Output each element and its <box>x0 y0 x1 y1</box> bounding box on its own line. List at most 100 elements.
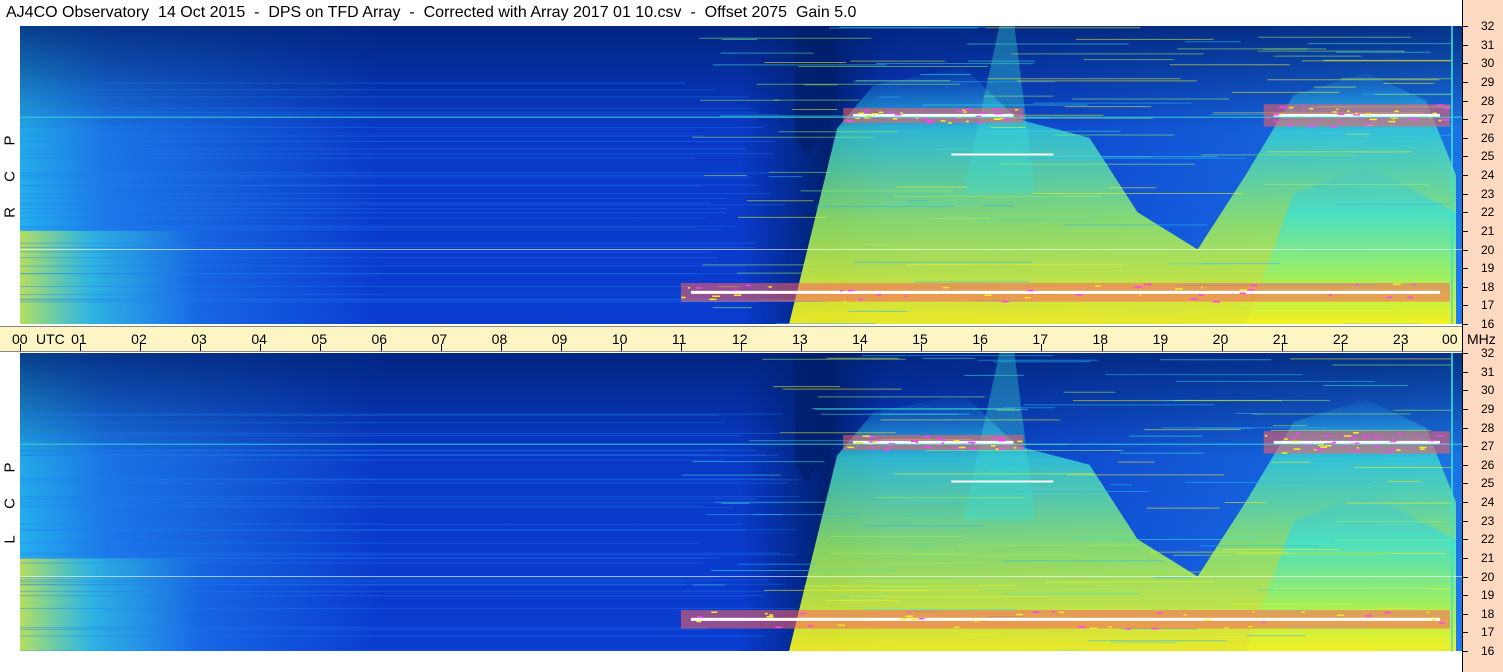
rfi-speckle <box>965 120 969 123</box>
frequency-tick <box>1462 26 1468 27</box>
time-label: 09 <box>551 331 568 347</box>
frequency-tick <box>1462 520 1468 522</box>
frequency-tick <box>1462 137 1468 139</box>
rfi-speckle <box>997 439 1005 441</box>
pol-char: C <box>1 171 19 182</box>
frequency-label: 27 <box>1481 439 1495 454</box>
time-label: 07 <box>431 331 448 347</box>
frequency-tick <box>1462 119 1468 121</box>
rfi-speckle <box>1200 286 1204 289</box>
rfi-speckle <box>1287 124 1294 127</box>
time-label: 16 <box>972 331 988 347</box>
rfi-speckle <box>1274 121 1279 123</box>
rfi-speckle <box>1353 449 1360 452</box>
rfi-speckle <box>1051 610 1056 613</box>
rfi-speckle <box>1281 452 1288 454</box>
frequency-tick <box>1462 502 1468 503</box>
rfi-speckle <box>1296 431 1301 434</box>
rfi-speckle <box>1349 437 1357 439</box>
polarization-label-rcp: R C P <box>0 26 20 324</box>
rfi-speckle <box>954 626 960 629</box>
frequency-label: 26 <box>1481 130 1495 145</box>
rfi-speckle <box>943 286 949 289</box>
rfi-speckle <box>1020 115 1025 117</box>
frequency-tick <box>1462 539 1468 541</box>
rfi-speckle <box>1420 448 1425 451</box>
rfi-speckle <box>843 300 846 303</box>
frequency-label: 30 <box>1481 383 1495 398</box>
frequency-tick <box>1462 427 1468 429</box>
rfi-speckle <box>1248 625 1253 628</box>
rfi-speckle <box>952 447 959 449</box>
rfi-speckle <box>1250 284 1257 287</box>
rfi-speckle <box>711 611 718 614</box>
rfi-speckle <box>962 109 966 111</box>
rfi-speckle <box>1280 113 1283 115</box>
rfi-speckle <box>1308 125 1316 128</box>
frequency-label: 19 <box>1481 588 1495 603</box>
rfi-speckle <box>918 617 925 620</box>
rfi-speckle <box>940 120 946 122</box>
rfi-band-core <box>690 617 1440 621</box>
frequency-label: 27 <box>1481 112 1495 127</box>
rfi-speckle <box>1372 436 1381 439</box>
rfi-speckle <box>1439 622 1445 624</box>
frequency-tick <box>1462 193 1468 195</box>
frequency-label: 32 <box>1481 346 1495 360</box>
frequency-label: 24 <box>1481 168 1495 182</box>
rfi-speckle <box>800 612 806 615</box>
rfi-speckle <box>768 286 772 288</box>
spectrogram-early-glow <box>20 557 200 651</box>
pol-char: C <box>1 498 19 509</box>
rfi-speckle <box>1383 452 1390 454</box>
rfi-speckle <box>958 446 966 449</box>
pol-char: P <box>1 135 19 146</box>
rfi-speckle <box>872 441 878 443</box>
rfi-speckle <box>1411 118 1418 121</box>
rfi-speckle <box>1318 448 1325 450</box>
rfi-speckle <box>990 445 996 447</box>
rfi-speckle <box>871 113 879 115</box>
frequency-label: 21 <box>1481 223 1495 238</box>
rfi-speckle <box>769 614 774 616</box>
rfi-speckle <box>954 118 958 121</box>
rfi-speckle <box>990 436 996 439</box>
rfi-speckle <box>1239 289 1247 291</box>
frequency-label: 17 <box>1481 625 1495 640</box>
rfi-speckle <box>1293 448 1301 450</box>
rfi-speckle <box>953 440 960 442</box>
frequency-tick <box>1462 595 1468 597</box>
rfi-speckle <box>1278 106 1282 108</box>
rfi-speckle <box>882 449 891 451</box>
frequency-label: 23 <box>1481 186 1495 201</box>
rfi-speckle <box>878 111 884 114</box>
rfi-speckle <box>847 289 855 292</box>
rfi-speckle <box>1001 300 1009 303</box>
frequency-label: 31 <box>1481 364 1495 379</box>
rfi-speckle <box>712 295 721 297</box>
frequency-tick <box>1462 446 1468 448</box>
rfi-speckle <box>870 447 875 449</box>
frequency-label: 20 <box>1481 569 1495 584</box>
frequency-label: 25 <box>1481 476 1495 491</box>
rfi-speckle <box>1248 289 1255 291</box>
rfi-speckle <box>1432 112 1437 115</box>
rfi-speckle <box>1346 110 1350 112</box>
rfi-speckle <box>1264 434 1268 437</box>
frequency-label: 32 <box>1481 19 1495 33</box>
spectrogram-lcp: L C P <box>0 353 1462 651</box>
frequency-label: 16 <box>1481 644 1495 658</box>
frequency-tick <box>1462 63 1468 65</box>
polarization-label-lcp: L C P <box>0 353 20 651</box>
rfi-speckle <box>996 437 1005 439</box>
rfi-speckle <box>864 111 869 113</box>
rfi-speckle <box>1003 117 1010 120</box>
rfi-speckle <box>1332 111 1337 113</box>
frequency-tick <box>1462 156 1468 158</box>
time-label: 11 <box>671 331 687 347</box>
frequency-tick <box>1462 268 1468 270</box>
spectrogram-early-glow <box>20 230 200 324</box>
rfi-speckle <box>1336 614 1345 617</box>
rfi-speckle <box>875 439 881 442</box>
rfi-speckle <box>1004 445 1009 447</box>
